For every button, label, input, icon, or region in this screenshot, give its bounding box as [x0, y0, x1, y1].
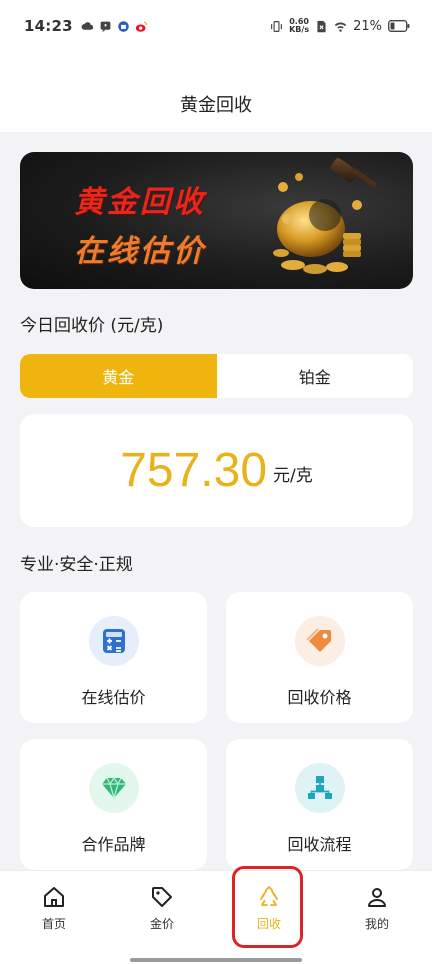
page-title: 黄金回收: [180, 95, 252, 116]
weibo-icon: [135, 21, 147, 32]
tab-gold[interactable]: 黄金: [20, 354, 217, 398]
message-icon: [100, 21, 111, 32]
tag-icon: [152, 887, 172, 907]
status-right: 0.60 KB/s 21%: [270, 18, 410, 34]
status-bar: 14:23 0.60 KB/s 21%: [0, 0, 432, 52]
network-speed: 0.60 KB/s: [289, 18, 309, 34]
feature-recycle-process[interactable]: 回收流程: [226, 739, 413, 870]
notification-icons: [81, 20, 148, 33]
app-header: 黄金回收: [0, 52, 432, 132]
nav-label: 金价: [149, 917, 174, 931]
features-section-title: 专业·安全·正规: [20, 555, 133, 575]
nav-label: 回收: [256, 917, 281, 931]
nav-recycle[interactable]: 回收: [229, 885, 309, 945]
vibrate-icon: [271, 20, 283, 32]
nav-home[interactable]: 首页: [14, 885, 94, 945]
feature-online-valuation[interactable]: 在线估价: [20, 592, 207, 723]
battery-icon: [388, 20, 410, 32]
promo-banner[interactable]: 黄金回收 在线估价: [20, 152, 413, 289]
price-card: 757.30 元/克: [20, 414, 413, 527]
status-left: 14:23: [24, 17, 148, 35]
cloud-icon: [81, 21, 93, 30]
nav-gold-price[interactable]: 金价: [122, 885, 202, 945]
network-speed-unit: KB/s: [289, 25, 310, 34]
feature-recycle-price[interactable]: 回收价格: [226, 592, 413, 723]
banner-subheadline: 在线估价: [74, 234, 206, 269]
metal-tabs: 黄金 铂金: [20, 354, 413, 398]
feature-label: 回收价格: [287, 688, 352, 707]
bottom-nav: 首页 金价 回收 我的: [0, 870, 432, 964]
feature-label: 回收流程: [287, 835, 352, 854]
price-section-title: 今日回收价 (元/克): [20, 316, 164, 336]
flowchart-icon: [294, 763, 345, 813]
calculator-icon: [88, 616, 139, 666]
feature-label: 合作品牌: [81, 835, 146, 854]
status-time: 14:23: [24, 17, 73, 35]
home-indicator[interactable]: [130, 958, 302, 962]
banner-headline: 黄金回收: [74, 185, 206, 220]
nav-profile[interactable]: 我的: [337, 885, 417, 945]
price-tag-icon: [294, 616, 345, 666]
no-sim-icon: [317, 20, 326, 32]
nav-label: 我的: [364, 917, 389, 931]
feature-partner-brands[interactable]: 合作品牌: [20, 739, 207, 870]
battery-percent: 21%: [353, 18, 382, 34]
bank-app-icon: [117, 20, 129, 32]
price-unit: 元/克: [273, 466, 313, 486]
tab-platinum[interactable]: 铂金: [217, 354, 414, 398]
nav-label: 首页: [41, 917, 66, 931]
diamond-icon: [88, 763, 139, 813]
wifi-icon: [334, 22, 347, 32]
gold-piggy-bank-illustration: [273, 157, 377, 274]
price-value: 757.30: [120, 444, 268, 497]
recycle-icon: [260, 886, 278, 906]
feature-label: 在线估价: [81, 688, 146, 707]
home-icon: [44, 887, 64, 907]
user-icon: [368, 888, 386, 907]
